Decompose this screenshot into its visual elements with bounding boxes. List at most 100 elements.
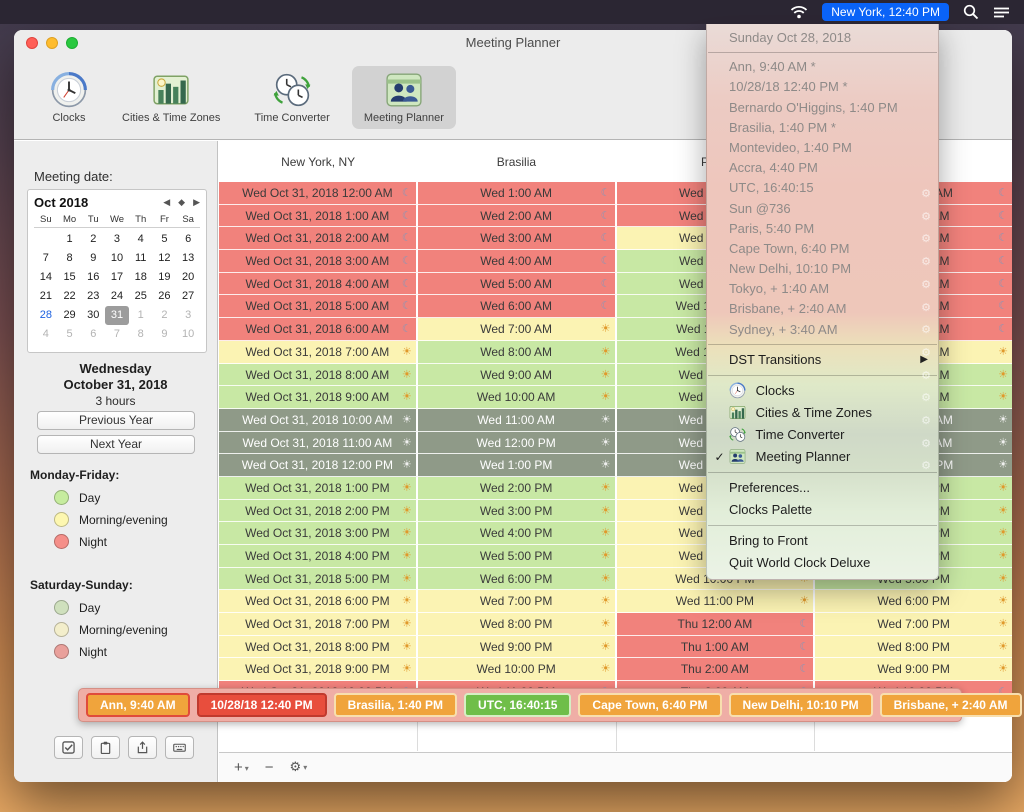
calendar-day[interactable]: 17 [105,268,129,287]
keyboard-tool-button[interactable] [165,736,194,759]
calendar-day[interactable]: 2 [81,230,105,249]
calendar-day[interactable]: 30 [81,306,105,325]
menu-item-dst-transitions[interactable]: DST Transitions ▶ [707,349,938,371]
time-cell[interactable]: Wed 5:00 PM☀ [418,545,617,568]
next-year-button[interactable]: Next Year [37,435,195,454]
calendar-day[interactable]: 3 [105,230,129,249]
time-cell[interactable]: Wed 4:00 AM☾ [418,250,617,273]
menu-item-quit[interactable]: Quit World Clock Deluxe [707,552,938,574]
calendar-day[interactable]: 15 [58,268,82,287]
calendar-day[interactable]: 21 [34,287,58,306]
clock-chip[interactable]: New Delhi, 10:10 PM [729,693,873,717]
calendar-next-icon[interactable]: ▶ [193,198,200,208]
calendar-day[interactable]: 20 [176,268,200,287]
time-cell[interactable]: Wed 6:00 AM☾ [418,295,617,318]
time-cell[interactable]: Wed 3:00 AM☾ [418,227,617,250]
calendar-day[interactable]: 31 [105,306,129,325]
toolbar-item-time-converter[interactable]: Time Converter [242,66,341,129]
time-cell[interactable]: Wed 4:00 PM☀ [418,522,617,545]
calendar-day[interactable]: 26 [153,287,177,306]
calendar-day[interactable]: 10 [105,249,129,268]
time-cell[interactable]: Wed 5:00 AM☾ [418,273,617,296]
time-cell[interactable]: Wed Oct 31, 2018 3:00 AM☾ [219,250,418,273]
calendar-day[interactable]: 2 [153,306,177,325]
wifi-icon[interactable] [790,5,808,19]
clock-chip[interactable]: UTC, 16:40:15 [464,693,571,717]
time-cell[interactable]: Wed Oct 31, 2018 8:00 AM☀ [219,364,418,387]
calendar-day[interactable]: 22 [58,287,82,306]
time-cell[interactable]: Wed 12:00 PM☀ [418,432,617,455]
calendar-day[interactable]: 8 [129,325,153,344]
time-cell[interactable]: Wed 2:00 AM☾ [418,205,617,228]
time-cell[interactable]: Wed 1:00 AM☾ [418,182,617,205]
calendar-day[interactable]: 29 [58,306,82,325]
time-cell[interactable]: Wed 11:00 PM☀ [617,590,816,613]
calendar-day[interactable]: 4 [34,325,58,344]
add-column-button[interactable]: + ▾ [227,759,256,776]
time-cell[interactable]: Wed Oct 31, 2018 12:00 AM☾ [219,182,418,205]
toolbar-item-meeting-planner[interactable]: Meeting Planner [352,66,456,129]
clock-chip[interactable]: 10/28/18 12:40 PM [197,693,327,717]
time-cell[interactable]: Wed Oct 31, 2018 5:00 AM☾ [219,295,418,318]
time-cell[interactable]: Wed Oct 31, 2018 1:00 PM☀ [219,477,418,500]
calendar-day[interactable]: 3 [176,306,200,325]
clock-chip[interactable]: Ann, 9:40 AM [86,693,190,717]
time-cell[interactable]: Wed Oct 31, 2018 2:00 AM☾ [219,227,418,250]
time-cell[interactable]: Wed 11:00 AM☀ [418,409,617,432]
time-cell[interactable]: Wed Oct 31, 2018 7:00 PM☀ [219,613,418,636]
calendar-day[interactable]: 11 [129,249,153,268]
time-cell[interactable]: Wed Oct 31, 2018 4:00 AM☾ [219,273,418,296]
share-tool-button[interactable] [128,736,157,759]
menu-item-bring-to-front[interactable]: Bring to Front [707,530,938,552]
calendar-day[interactable]: 16 [81,268,105,287]
time-cell[interactable]: Wed 2:00 PM☀ [418,477,617,500]
calendar-day[interactable]: 4 [129,230,153,249]
remove-column-button[interactable]: − [258,759,281,776]
time-cell[interactable]: Wed Oct 31, 2018 7:00 AM☀ [219,341,418,364]
calendar-day[interactable]: 6 [81,325,105,344]
calendar-day[interactable]: 12 [153,249,177,268]
menu-item-time-converter[interactable]: Time Converter [707,424,938,446]
calendar-day[interactable]: 10 [176,325,200,344]
time-cell[interactable]: Wed Oct 31, 2018 9:00 AM☀ [219,386,418,409]
time-cell[interactable]: Wed Oct 31, 2018 11:00 AM☀ [219,432,418,455]
time-cell[interactable]: Wed 8:00 PM☀ [815,636,1012,659]
calendar-day[interactable]: 24 [105,287,129,306]
calendar-day[interactable]: 9 [81,249,105,268]
clock-chip[interactable]: Brasilia, 1:40 PM [334,693,457,717]
time-cell[interactable]: Wed 8:00 AM☀ [418,341,617,364]
calendar-day[interactable]: 28 [34,306,58,325]
time-cell[interactable]: Thu 12:00 AM☾ [617,613,816,636]
time-cell[interactable]: Wed 10:00 AM☀ [418,386,617,409]
list-menu-icon[interactable] [993,6,1010,19]
time-cell[interactable]: Wed 6:00 PM☀ [815,590,1012,613]
close-button[interactable] [26,37,38,49]
calendar-prev-icon[interactable]: ◀ [163,198,170,208]
time-cell[interactable]: Wed 6:00 PM☀ [418,568,617,591]
calendar-day[interactable]: 18 [129,268,153,287]
time-cell[interactable]: Wed 9:00 PM☀ [815,658,1012,681]
menu-item-clocks-palette[interactable]: Clocks Palette [707,499,938,521]
time-cell[interactable]: Wed Oct 31, 2018 3:00 PM☀ [219,522,418,545]
time-cell[interactable]: Wed Oct 31, 2018 10:00 AM☀ [219,409,418,432]
time-cell[interactable]: Thu 2:00 AM☾ [617,658,816,681]
minimize-button[interactable] [46,37,58,49]
calendar-day[interactable]: 5 [153,230,177,249]
calendar-day[interactable]: 9 [153,325,177,344]
time-cell[interactable]: Wed 7:00 PM☀ [418,590,617,613]
time-cell[interactable]: Wed 8:00 PM☀ [418,613,617,636]
time-cell[interactable]: Wed Oct 31, 2018 8:00 PM☀ [219,636,418,659]
toolbar-item-cities-time-zones[interactable]: Cities & Time Zones [110,66,232,129]
time-cell[interactable]: Wed 9:00 AM☀ [418,364,617,387]
calendar-day[interactable]: 19 [153,268,177,287]
menu-item-clocks[interactable]: Clocks [707,380,938,402]
calendar-day[interactable]: 5 [58,325,82,344]
calendar-day[interactable]: 1 [58,230,82,249]
toolbar-item-clocks[interactable]: Clocks [38,66,100,129]
calendar-day[interactable]: 8 [58,249,82,268]
time-cell[interactable]: Wed Oct 31, 2018 2:00 PM☀ [219,500,418,523]
time-cell[interactable]: Wed Oct 31, 2018 6:00 AM☾ [219,318,418,341]
time-cell[interactable]: Wed Oct 31, 2018 4:00 PM☀ [219,545,418,568]
calendar-day[interactable]: 7 [34,249,58,268]
calendar-day[interactable]: 13 [176,249,200,268]
